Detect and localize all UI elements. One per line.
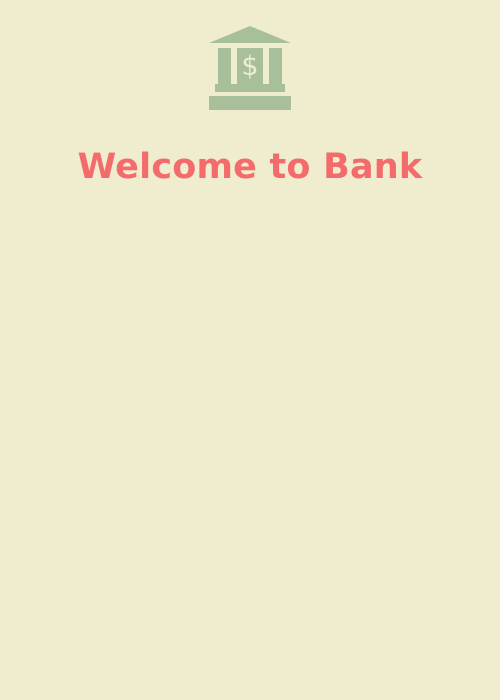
svg-text:$: $ — [241, 51, 258, 82]
welcome-title: Welcome to Bank — [77, 147, 423, 188]
welcome-screen: $ Welcome to Bank — [0, 0, 500, 700]
bank-icon: $ — [209, 26, 291, 110]
